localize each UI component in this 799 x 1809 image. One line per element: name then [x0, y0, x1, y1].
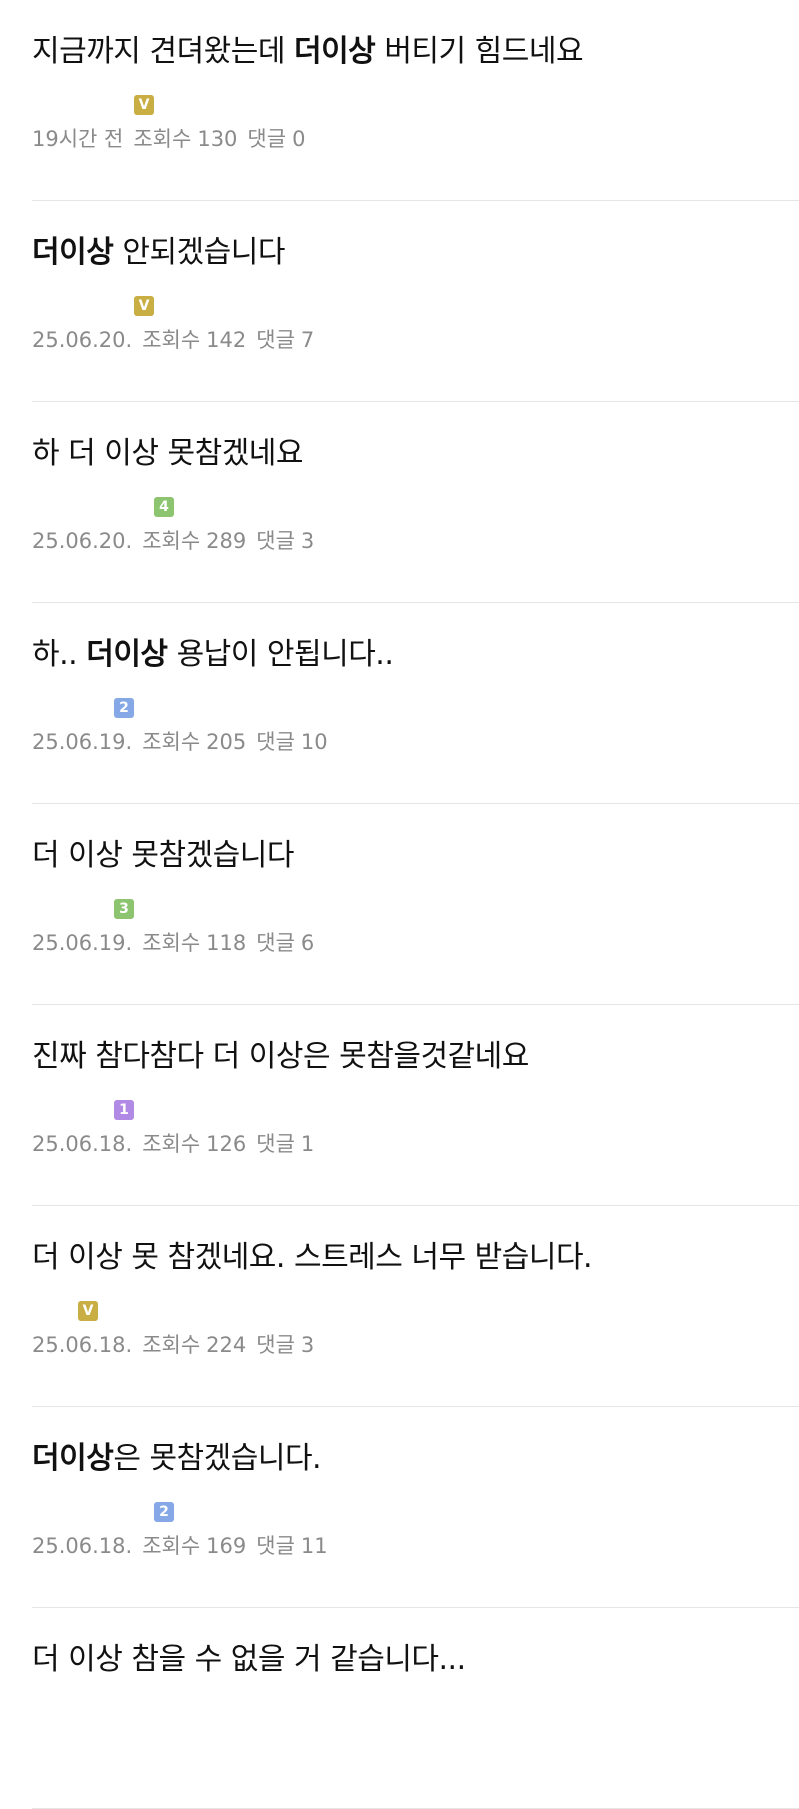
member-level-badge: V [78, 1301, 98, 1321]
comments-label: 댓글 [256, 529, 295, 553]
post-title-text-suffix: 버티기 힘드네요 [375, 34, 584, 69]
post-title[interactable]: 더이상 안되겠습니다 [32, 231, 285, 275]
post-item[interactable]: 더이상 안되겠습니다 V 25.06.20. 조회수 142 댓글 7 [0, 201, 799, 402]
views-label: 조회수 [133, 127, 192, 151]
post-title-text: 하 더 이상 못참겠네요 [32, 436, 304, 471]
post-title-text: 하.. [32, 637, 87, 672]
post-date: 25.06.20. [32, 529, 133, 553]
post-date: 25.06.19. [32, 730, 133, 754]
post-meta: 25.06.20. 조회수 142 댓글 7 [32, 325, 324, 355]
views-label: 조회수 [142, 931, 201, 955]
post-title[interactable]: 더 이상 참을 수 없을 거 같습니다... [32, 1638, 466, 1682]
post-item[interactable]: 하 더 이상 못참겠네요 4 25.06.20. 조회수 289 댓글 3 [0, 402, 799, 603]
post-title-keyword: 더이상 [32, 1441, 114, 1476]
views-count: 126 [206, 1132, 247, 1156]
post-title-keyword: 더이상 [86, 637, 168, 672]
author-row: 2 [32, 1501, 174, 1523]
views-label: 조회수 [142, 1534, 201, 1558]
comments-count: 0 [292, 127, 306, 151]
post-title[interactable]: 더이상은 못참겠습니다. [32, 1437, 322, 1481]
post-title-text: 더 이상 참을 수 없을 거 같습니다... [32, 1642, 466, 1677]
post-meta: 25.06.20. 조회수 289 댓글 3 [32, 526, 324, 556]
post-title[interactable]: 지금까지 견뎌왔는데 더이상 버티기 힘드네요 [32, 30, 584, 74]
post-meta: 25.06.18. 조회수 169 댓글 11 [32, 1531, 338, 1561]
post-title-text: 지금까지 견뎌왔는데 [32, 34, 294, 69]
post-item[interactable]: 진짜 참다참다 더 이상은 못참을것같네요 1 25.06.18. 조회수 126 댓… [0, 1005, 799, 1206]
member-level-badge: 2 [114, 698, 134, 718]
post-date: 25.06.18. [32, 1132, 133, 1156]
post-item[interactable]: 하.. 더이상 용납이 안됩니다.. 2 25.06.19. 조회수 205 댓글 10 [0, 603, 799, 804]
views-count: 169 [206, 1534, 247, 1558]
post-meta: 25.06.18. 조회수 126 댓글 1 [32, 1129, 324, 1159]
post-item[interactable]: 지금까지 견뎌왔는데 더이상 버티기 힘드네요 V 19시간 전 조회수 130 댓글… [0, 0, 799, 201]
comments-label: 댓글 [256, 1534, 295, 1558]
author-row: 2 [32, 697, 134, 719]
comments-count: 7 [300, 328, 315, 352]
post-item[interactable]: 더 이상 참을 수 없을 거 같습니다... [0, 1608, 799, 1809]
post-item[interactable]: 더 이상 못참겠습니다 3 25.06.19. 조회수 118 댓글 6 [0, 804, 799, 1005]
member-level-badge: V [134, 95, 154, 115]
post-list: 지금까지 견뎌왔는데 더이상 버티기 힘드네요 V 19시간 전 조회수 130 댓글… [0, 0, 799, 1809]
post-date: 25.06.18. [32, 1333, 133, 1357]
comments-count: 3 [300, 1333, 315, 1357]
views-count: 130 [197, 127, 238, 151]
author-row: 3 [32, 898, 134, 920]
comments-label: 댓글 [256, 1333, 295, 1357]
views-count: 142 [206, 328, 247, 352]
author-row: V [32, 295, 154, 317]
views-label: 조회수 [142, 730, 201, 754]
post-title[interactable]: 진짜 참다참다 더 이상은 못참을것같네요 [32, 1035, 529, 1079]
comments-label: 댓글 [256, 730, 295, 754]
views-label: 조회수 [142, 529, 201, 553]
comments-label: 댓글 [256, 328, 295, 352]
author-row: 4 [32, 496, 174, 518]
comments-count: 6 [300, 931, 315, 955]
author-row: V [32, 94, 154, 116]
post-title-text-suffix: 은 못참겠습니다. [113, 1441, 322, 1476]
comments-label: 댓글 [247, 127, 287, 151]
comments-label: 댓글 [256, 931, 295, 955]
post-title[interactable]: 더 이상 못참겠습니다 [32, 834, 294, 878]
author-row: 1 [32, 1099, 134, 1121]
comments-count: 11 [300, 1534, 328, 1558]
views-label: 조회수 [142, 1333, 201, 1357]
post-date: 25.06.20. [32, 328, 133, 352]
post-meta: 19시간 전 조회수 130 댓글 0 [32, 124, 315, 154]
post-title-text: 진짜 참다참다 더 이상은 못참을것같네요 [32, 1039, 529, 1074]
comments-count: 3 [300, 529, 315, 553]
member-level-badge: 1 [114, 1100, 134, 1120]
views-label: 조회수 [142, 328, 201, 352]
post-date: 19시간 전 [32, 127, 124, 151]
post-title-text: 더 이상 못 참겠네요. 스트레스 너무 받습니다. [32, 1240, 593, 1275]
member-level-badge: 3 [114, 899, 134, 919]
member-level-badge: 2 [154, 1502, 174, 1522]
comments-count: 1 [300, 1132, 315, 1156]
post-title-text-suffix: 용납이 안됩니다.. [167, 637, 394, 672]
post-title-keyword: 더이상 [32, 235, 114, 270]
views-count: 118 [206, 931, 247, 955]
post-item[interactable]: 더 이상 못 참겠네요. 스트레스 너무 받습니다. V 25.06.18. 조회… [0, 1206, 799, 1407]
views-count: 289 [206, 529, 247, 553]
post-meta [32, 1732, 74, 1762]
author-row: V [32, 1300, 98, 1322]
post-meta: 25.06.18. 조회수 224 댓글 3 [32, 1330, 324, 1360]
post-title[interactable]: 더 이상 못 참겠네요. 스트레스 너무 받습니다. [32, 1236, 593, 1280]
post-title-keyword: 더이상 [293, 34, 376, 69]
comments-label: 댓글 [256, 1132, 295, 1156]
views-count: 224 [206, 1333, 247, 1357]
post-title[interactable]: 하.. 더이상 용납이 안됩니다.. [32, 633, 394, 677]
views-label: 조회수 [142, 1132, 201, 1156]
post-date: 25.06.19. [32, 931, 133, 955]
views-count: 205 [206, 730, 247, 754]
comments-count: 10 [300, 730, 328, 754]
post-title-text: 더 이상 못참겠습니다 [32, 838, 294, 873]
post-title[interactable]: 하 더 이상 못참겠네요 [32, 432, 304, 476]
post-meta: 25.06.19. 조회수 205 댓글 10 [32, 727, 338, 757]
member-level-badge: 4 [154, 497, 174, 517]
post-date: 25.06.18. [32, 1534, 133, 1558]
post-title-text-suffix: 안되겠습니다 [113, 235, 285, 270]
post-meta: 25.06.19. 조회수 118 댓글 6 [32, 928, 324, 958]
post-item[interactable]: 더이상은 못참겠습니다. 2 25.06.18. 조회수 169 댓글 11 [0, 1407, 799, 1608]
member-level-badge: V [134, 296, 154, 316]
